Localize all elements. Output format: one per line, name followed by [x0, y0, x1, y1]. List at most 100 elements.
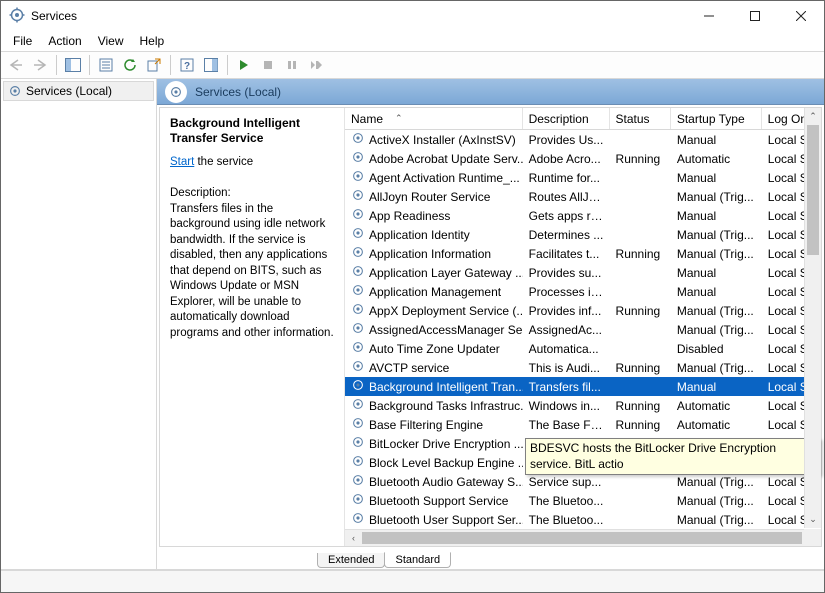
column-description[interactable]: Description	[523, 108, 610, 129]
refresh-button[interactable]	[119, 54, 141, 76]
column-name[interactable]: Name⌃	[345, 108, 523, 129]
service-startup: Manual (Trig...	[671, 190, 762, 204]
service-startup: Manual (Trig...	[671, 247, 762, 261]
tab-standard[interactable]: Standard	[384, 552, 451, 568]
service-name: Bluetooth User Support Ser...	[369, 513, 523, 527]
service-status: Running	[610, 361, 671, 375]
show-hide-tree-button[interactable]	[62, 54, 84, 76]
action-pane-button[interactable]	[200, 54, 222, 76]
vertical-scrollbar[interactable]: ⌃ ⌄	[804, 108, 821, 528]
gear-icon	[351, 397, 365, 414]
scroll-corner	[804, 529, 821, 546]
service-description: Transfers fil...	[523, 380, 610, 394]
service-startup: Manual	[671, 209, 762, 223]
service-startup: Manual	[671, 133, 762, 147]
gear-icon	[351, 283, 365, 300]
main-area: Services (Local) Services (Local) Backgr…	[1, 79, 824, 570]
service-description: Routes AllJo...	[523, 190, 610, 204]
gear-icon	[165, 81, 187, 103]
service-name: BitLocker Drive Encryption ...	[369, 437, 523, 451]
service-startup: Automatic	[671, 399, 762, 413]
status-bar	[1, 570, 824, 592]
table-row[interactable]: AssignedAccessManager Se...AssignedAc...…	[345, 320, 821, 339]
table-row[interactable]: Application ManagementProcesses in...Man…	[345, 282, 821, 301]
service-description: Provides su...	[523, 266, 610, 280]
service-description: The Bluetoo...	[523, 494, 610, 508]
service-name: AppX Deployment Service (...	[369, 304, 523, 318]
service-name: AVCTP service	[369, 361, 449, 375]
scroll-thumb-v[interactable]	[807, 125, 819, 255]
table-row[interactable]: Application IdentityDetermines ...Manual…	[345, 225, 821, 244]
table-row[interactable]: Base Filtering EngineThe Base Fil...Runn…	[345, 415, 821, 434]
menu-file[interactable]: File	[5, 32, 40, 50]
table-row[interactable]: Adobe Acrobat Update Serv...Adobe Acro..…	[345, 149, 821, 168]
maximize-button[interactable]	[732, 1, 778, 31]
table-row[interactable]: Bluetooth User Support Ser...The Bluetoo…	[345, 510, 821, 529]
table-row[interactable]: AVCTP serviceThis is Audi...RunningManua…	[345, 358, 821, 377]
menu-help[interactable]: Help	[132, 32, 173, 50]
scroll-left-button[interactable]: ‹	[345, 530, 362, 546]
table-row[interactable]: Application InformationFacilitates t...R…	[345, 244, 821, 263]
service-startup: Manual (Trig...	[671, 304, 762, 318]
pause-service-button[interactable]	[281, 54, 303, 76]
service-description: Adobe Acro...	[523, 152, 610, 166]
gear-icon	[351, 511, 365, 528]
table-row[interactable]: Application Layer Gateway ...Provides su…	[345, 263, 821, 282]
close-button[interactable]	[778, 1, 824, 31]
back-button[interactable]	[5, 54, 27, 76]
column-status[interactable]: Status	[610, 108, 671, 129]
service-description: This is Audi...	[523, 361, 610, 375]
restart-service-button[interactable]	[305, 54, 327, 76]
service-startup: Manual (Trig...	[671, 494, 762, 508]
menu-view[interactable]: View	[90, 32, 132, 50]
service-name: Bluetooth Support Service	[369, 494, 508, 508]
service-name: AssignedAccessManager Se...	[369, 323, 523, 337]
gear-icon	[351, 321, 365, 338]
tree-services-local[interactable]: Services (Local)	[3, 81, 154, 101]
result-header: Services (Local)	[157, 79, 824, 105]
service-name: Block Level Backup Engine ...	[369, 456, 523, 470]
scroll-up-button[interactable]: ⌃	[805, 108, 821, 125]
service-description: Windows in...	[523, 399, 610, 413]
table-row[interactable]: Background Tasks Infrastruc...Windows in…	[345, 396, 821, 415]
service-description: AssignedAc...	[523, 323, 610, 337]
scroll-down-button[interactable]: ⌄	[805, 511, 821, 528]
table-row[interactable]: Background Intelligent Tran...Transfers …	[345, 377, 821, 396]
minimize-button[interactable]	[686, 1, 732, 31]
start-service-link[interactable]: Start	[170, 156, 194, 168]
service-name: ActiveX Installer (AxInstSV)	[369, 133, 516, 147]
service-description: Determines ...	[523, 228, 610, 242]
service-detail-pane: Background Intelligent Transfer Service …	[160, 108, 344, 546]
scroll-thumb-h[interactable]	[362, 532, 802, 544]
table-row[interactable]: AppX Deployment Service (...Provides inf…	[345, 301, 821, 320]
properties-button[interactable]	[95, 54, 117, 76]
service-startup: Manual (Trig...	[671, 323, 762, 337]
gear-icon	[351, 454, 365, 471]
horizontal-scrollbar[interactable]: ‹ ›	[345, 529, 804, 546]
stop-service-button[interactable]	[257, 54, 279, 76]
table-row[interactable]: Auto Time Zone UpdaterAutomatica...Disab…	[345, 339, 821, 358]
table-row[interactable]: App ReadinessGets apps re...ManualLocal …	[345, 206, 821, 225]
service-description: Gets apps re...	[523, 209, 610, 223]
table-row[interactable]: Bluetooth Support Service The Bluetoo... M…	[345, 491, 821, 510]
tab-extended[interactable]: Extended	[317, 553, 385, 568]
menubar: File Action View Help	[1, 31, 824, 51]
service-startup: Manual	[671, 171, 762, 185]
export-button[interactable]	[143, 54, 165, 76]
gear-icon	[351, 150, 365, 167]
help-button[interactable]: ?	[176, 54, 198, 76]
table-row[interactable]: Agent Activation Runtime_...Runtime for.…	[345, 168, 821, 187]
forward-button[interactable]	[29, 54, 51, 76]
column-startup[interactable]: Startup Type	[671, 108, 762, 129]
start-service-button[interactable]	[233, 54, 255, 76]
table-row[interactable]: AllJoyn Router Service Routes AllJo... Man…	[345, 187, 821, 206]
service-status: Running	[610, 247, 671, 261]
menu-action[interactable]: Action	[40, 32, 89, 50]
service-name: Auto Time Zone Updater	[369, 342, 500, 356]
table-row[interactable]: ActiveX Installer (AxInstSV)Provides Us.…	[345, 130, 821, 149]
service-startup: Manual	[671, 380, 762, 394]
gear-icon	[351, 340, 365, 357]
gear-icon	[351, 226, 365, 243]
service-name: AllJoyn Router Service	[369, 190, 490, 204]
column-header-row: Name⌃ Description Status Startup Type Lo…	[345, 108, 821, 130]
